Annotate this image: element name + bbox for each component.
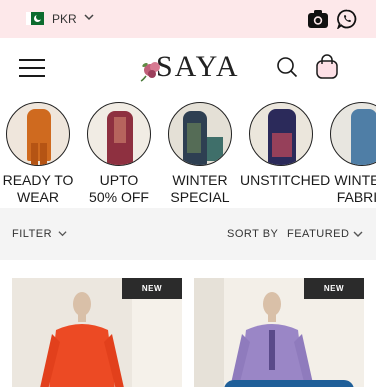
product-card[interactable]: NEW	[194, 278, 364, 387]
category-winter-special[interactable]: WINTER SPECIAL	[159, 100, 241, 206]
site-header: SAYA	[0, 38, 376, 96]
category-label: WINTER SPECIAL	[170, 172, 230, 205]
category-label: UPTO 50% OFF	[89, 172, 149, 205]
new-badge: NEW	[304, 278, 364, 299]
category-image	[168, 102, 232, 166]
filter-button[interactable]: FILTER	[12, 228, 52, 240]
search-icon[interactable]	[276, 56, 298, 78]
category-carousel[interactable]: READY TO WEAR UPTO 50% OFF WINTER SPECIA…	[0, 100, 376, 208]
category-ready-to-wear[interactable]: READY TO WEAR	[0, 100, 79, 206]
camera-icon[interactable]	[307, 9, 329, 29]
filter-sort-bar: FILTER SORT BY FEATURED	[0, 208, 376, 260]
top-bar: PKR	[0, 0, 376, 38]
floating-action-button[interactable]	[224, 380, 354, 387]
category-upto-50-off[interactable]: UPTO 50% OFF	[78, 100, 160, 206]
category-image	[87, 102, 151, 166]
new-badge: NEW	[122, 278, 182, 299]
pakistan-flag-icon[interactable]	[26, 12, 44, 25]
currency-selector[interactable]: PKR	[52, 12, 77, 26]
category-winter-fabric[interactable]: WINTER FABRIC	[321, 100, 376, 206]
category-label: WINTER FABRIC	[334, 172, 376, 205]
chevron-down-icon[interactable]	[84, 12, 94, 22]
category-image	[6, 102, 70, 166]
product-card[interactable]: NEW	[12, 278, 182, 387]
sort-by-label: SORT BY	[227, 228, 279, 240]
whatsapp-icon[interactable]	[337, 9, 357, 29]
category-unstitched[interactable]: UNSTITCHED	[240, 100, 331, 189]
chevron-down-icon[interactable]	[353, 229, 363, 239]
brand-logo[interactable]: SAYA	[140, 50, 250, 86]
logo-text: SAYA	[156, 50, 240, 83]
hamburger-menu-icon[interactable]	[19, 59, 45, 77]
category-label: READY TO WEAR	[2, 172, 74, 205]
category-label: UNSTITCHED	[240, 172, 331, 188]
sort-select[interactable]: FEATURED	[287, 228, 349, 240]
chevron-down-icon[interactable]	[58, 229, 67, 238]
category-image	[330, 102, 376, 166]
shopping-bag-icon[interactable]	[315, 54, 339, 80]
category-image	[249, 102, 313, 166]
